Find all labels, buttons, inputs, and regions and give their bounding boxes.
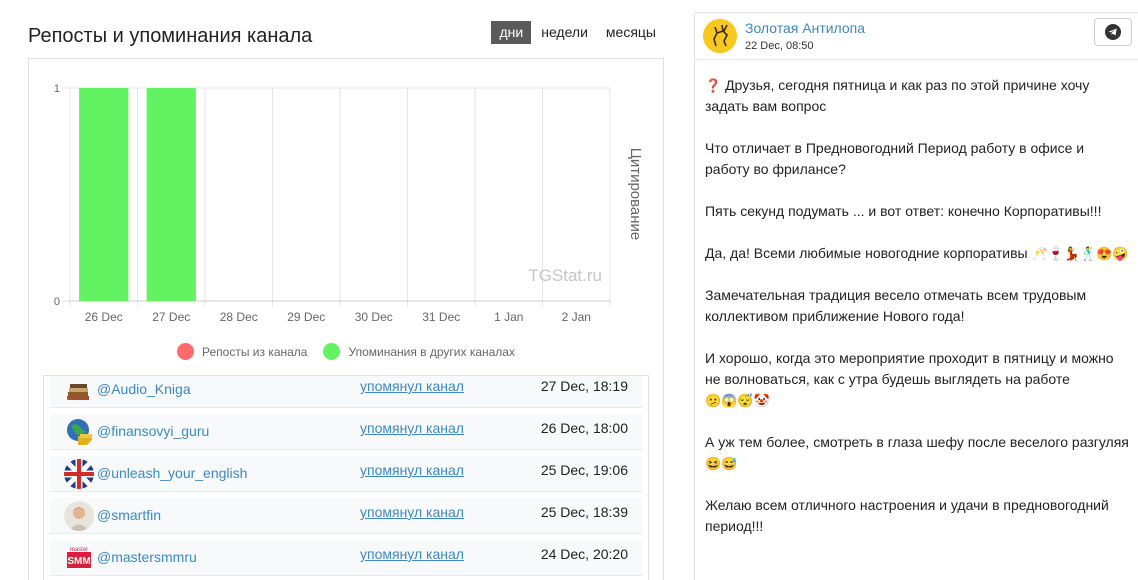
chart-container: 0 1 26 Dec 27 Dec 28 Dec 29 Dec 30 Dec 31 Dec 1 … <box>28 58 664 580</box>
mention-action-link[interactable]: упомянул канал <box>360 420 464 436</box>
mention-time: 24 Dec, 20:20 <box>540 546 628 562</box>
party-emoji-icon: 🥂🍷💃🕺😍🤪 <box>1031 246 1129 261</box>
mention-time: 27 Dec, 18:19 <box>540 378 628 394</box>
laughing-emoji-icon: 😆😅 <box>705 456 738 471</box>
mention-row: master SMM @mastersmmru упомянул канал 24… <box>50 540 642 576</box>
post-paragraph: И хорошо, когда это мероприятие проходит… <box>705 348 1129 411</box>
master-smm-logo: master SMM <box>64 543 94 573</box>
period-weeks-button[interactable]: недели <box>533 21 596 44</box>
legend-reposts-dot <box>177 343 194 360</box>
mentions-list: @Audio_Kniga упомянул канал 27 Dec, 18:1… <box>43 375 649 580</box>
books-icon <box>64 376 94 405</box>
chart-legend: Репосты из канала Упоминания в других ка… <box>29 343 663 360</box>
post-channel-name[interactable]: Золотая Антилопа <box>745 20 865 36</box>
worried-emoji-icon: 🫤😱😴🤡 <box>705 393 770 408</box>
person-avatar-icon <box>64 501 94 531</box>
post-date: 22 Dec, 08:50 <box>745 40 814 52</box>
y-axis-title: Цитирование <box>627 148 644 241</box>
legend-mentions-dot <box>323 343 341 360</box>
chart-bar <box>146 88 196 301</box>
x-tick-label: 2 Jan <box>562 310 591 324</box>
telegram-button[interactable] <box>1094 18 1132 46</box>
legend-mentions-label: Упоминания в других каналах <box>348 344 515 359</box>
post-header: Золотая Антилопа 22 Dec, 08:50 <box>695 13 1138 60</box>
globe-money-icon <box>64 417 94 447</box>
mention-action-link[interactable]: упомянул канал <box>360 378 464 394</box>
legend-item-mentions[interactable]: Упоминания в других каналах <box>323 343 515 360</box>
post-card: Золотая Антилопа 22 Dec, 08:50 ❓ Друзья,… <box>694 12 1138 580</box>
post-paragraph: ❓ Друзья, сегодня пятница и как раз по э… <box>705 77 1090 114</box>
telegram-icon <box>1105 24 1121 40</box>
mention-time: 25 Dec, 19:06 <box>540 462 628 478</box>
post-paragraph: Что отличает в Предновогодний Период раб… <box>705 140 1085 177</box>
uk-flag-icon <box>64 459 94 489</box>
mention-time: 26 Dec, 18:00 <box>540 420 628 436</box>
mention-row: @Audio_Kniga упомянул канал 27 Dec, 18:1… <box>50 376 642 408</box>
svg-text:SMM: SMM <box>67 556 90 567</box>
x-tick-label: 30 Dec <box>355 310 393 324</box>
mention-action-link[interactable]: упомянул канал <box>360 462 464 478</box>
mention-channel-link[interactable]: @finansovyi_guru <box>97 423 209 439</box>
post-paragraph: Да, да! Всеми любимые новогодние корпора… <box>705 243 1129 264</box>
x-tick-label: 31 Dec <box>422 310 460 324</box>
mention-row: @finansovyi_guru упомянул канал 26 Dec, … <box>50 414 642 450</box>
period-months-button[interactable]: месяцы <box>598 21 664 44</box>
period-switch: дни недели месяцы <box>489 21 664 44</box>
mention-row: @unleash_your_english упомянул канал 25 … <box>50 456 642 492</box>
mention-channel-link[interactable]: @mastersmmru <box>97 549 197 565</box>
chart-bar <box>79 88 129 301</box>
mention-channel-link[interactable]: @smartfin <box>97 507 161 523</box>
x-tick-label: 28 Dec <box>220 310 258 324</box>
page-title: Репосты и упоминания канала <box>28 25 313 47</box>
y-tick-label: 1 <box>54 83 60 95</box>
x-tick-label: 1 Jan <box>494 310 523 324</box>
legend-item-reposts[interactable]: Репосты из канала <box>177 343 307 360</box>
x-tick-label: 26 Dec <box>85 310 123 324</box>
mention-action-link[interactable]: упомянул канал <box>360 546 464 562</box>
post-paragraph: Желаю всем отличного настроения и удачи … <box>705 497 1109 534</box>
x-tick-label: 27 Dec <box>152 310 190 324</box>
post-paragraph: Пять секунд подумать ... и вот ответ: ко… <box>705 203 1102 219</box>
antelope-logo <box>703 19 737 53</box>
mentions-chart: 0 1 26 Dec 27 Dec 28 Dec 29 Dec 30 Dec 31 Dec 1 … <box>54 83 644 324</box>
mention-time: 25 Dec, 18:39 <box>540 504 628 520</box>
mention-action-link[interactable]: упомянул канал <box>360 504 464 520</box>
period-days-button[interactable]: дни <box>491 21 532 44</box>
x-tick-label: 29 Dec <box>287 310 325 324</box>
post-body: ❓ Друзья, сегодня пятница и как раз по э… <box>705 75 1129 558</box>
post-paragraph: А уж тем более, смотреть в глаза шефу по… <box>705 432 1129 474</box>
mention-channel-link[interactable]: @Audio_Kniga <box>97 381 191 397</box>
chart-watermark: TGStat.ru <box>528 266 602 285</box>
svg-text:master: master <box>70 547 88 553</box>
post-paragraph: Замечательная традиция весело отмечать в… <box>705 287 1087 324</box>
question-mark-icon: ❓ <box>705 78 722 93</box>
mention-channel-link[interactable]: @unleash_your_english <box>97 465 247 481</box>
legend-reposts-label: Репосты из канала <box>202 344 308 359</box>
mention-row: @smartfin упомянул канал 25 Dec, 18:39 <box>50 498 642 534</box>
y-tick-label: 0 <box>54 296 60 308</box>
reposts-panel: Репосты и упоминания канала дни недели м… <box>28 18 664 580</box>
